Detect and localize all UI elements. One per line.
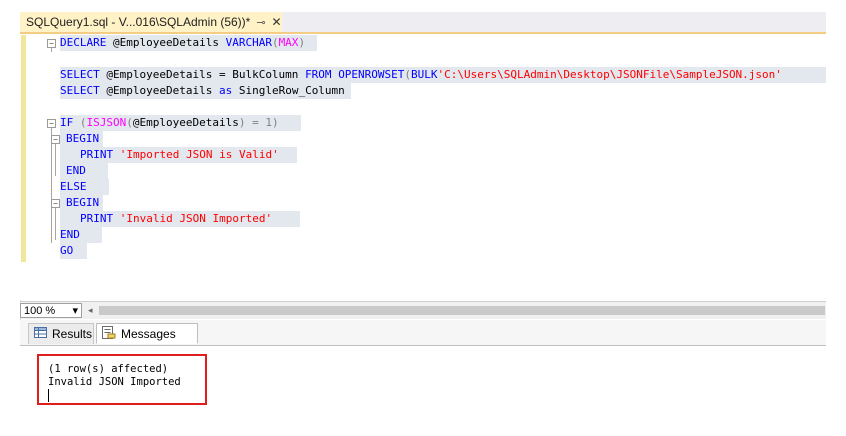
keyword: as (218, 84, 233, 97)
code-text: ( (73, 116, 87, 129)
string-literal: 'C:\Users\SQLAdmin\Desktop\JSONFile\Samp… (437, 68, 782, 81)
outline-guide (55, 208, 56, 240)
code-line-end: END (60, 163, 108, 179)
code-text: ( (271, 36, 279, 49)
outline-guide (55, 144, 56, 176)
collapse-icon[interactable]: − (47, 39, 56, 48)
keyword: FROM (305, 68, 332, 81)
code-text: ) = 1) (238, 116, 279, 129)
keyword: BEGIN (66, 132, 100, 145)
function-name: MAX (278, 36, 299, 49)
code-text: ) (298, 36, 306, 49)
chevron-down-icon: ▾ (72, 305, 78, 317)
code-text: ( (126, 116, 133, 129)
keyword: OPENROWSET (338, 68, 405, 81)
outline-guide (51, 128, 52, 243)
keyword: PRINT (80, 148, 114, 161)
code-line-begin: BEGIN (60, 195, 104, 211)
editor-status-bar: 100 % ▾ ◂ (20, 301, 826, 319)
messages-icon (102, 325, 116, 342)
code-line-select-bulk: SELECT @EmployeeDetails = BulkColumn FRO… (60, 67, 826, 83)
tab-results-label: Results (52, 327, 93, 341)
keyword: END (66, 164, 86, 177)
grid-icon (34, 327, 47, 341)
horizontal-scrollbar[interactable] (98, 306, 825, 315)
code-line-print-invalid: PRINT 'Invalid JSON Imported' (60, 211, 301, 227)
code-text: @EmployeeDetails = BulkColumn (99, 68, 306, 81)
outline-guide (51, 48, 52, 52)
code-line-print-valid: PRINT 'Imported JSON is Valid' (60, 147, 297, 163)
keyword: BULK (411, 68, 438, 81)
keyword: SELECT (60, 68, 100, 81)
pin-icon[interactable]: ⊸ (256, 16, 265, 29)
collapse-icon[interactable]: − (51, 135, 60, 144)
code-line-declare: DECLARE @EmployeeDetails VARCHAR(MAX) (60, 35, 318, 51)
close-icon[interactable]: ✕ (272, 15, 282, 29)
keyword: SELECT (60, 84, 100, 97)
code-line-end: END (60, 227, 102, 243)
code-line-select-alias: SELECT @EmployeeDetails as SingleRow_Col… (60, 83, 351, 99)
keyword: PRINT (80, 212, 114, 225)
code-line-else: ELSE (60, 179, 109, 195)
tab-messages[interactable]: Messages (96, 323, 198, 344)
code-line-go: GO (60, 243, 88, 259)
string-literal: 'Imported JSON is Valid' (119, 148, 279, 161)
keyword: END (60, 228, 80, 241)
collapse-icon[interactable]: − (47, 119, 56, 128)
results-tab-strip: Results Messages (20, 320, 826, 346)
document-tab-strip: SQLQuery1.sql - V...016\SQLAdmin (56))* … (20, 12, 826, 34)
string-literal: 'Invalid JSON Imported' (119, 212, 273, 225)
query-tab-title: SQLQuery1.sql - V...016\SQLAdmin (56))* (26, 15, 251, 29)
collapse-icon[interactable]: − (51, 199, 60, 208)
keyword: ELSE (60, 180, 87, 193)
keyword: VARCHAR (225, 36, 272, 49)
function-name: ISJSON (86, 116, 127, 129)
zoom-dropdown[interactable]: 100 % ▾ (20, 303, 82, 318)
changed-lines-indicator (21, 35, 26, 262)
code-line-begin: BEGIN (60, 131, 104, 147)
tab-messages-label: Messages (121, 326, 176, 341)
tab-results[interactable]: Results (28, 323, 94, 344)
highlight-box (37, 354, 207, 405)
keyword: DECLARE (60, 36, 107, 49)
keyword: IF (60, 116, 74, 129)
code-text: @EmployeeDetails (132, 116, 239, 129)
zoom-value: 100 % (24, 304, 56, 317)
code-text: SingleRow_Column (232, 84, 345, 97)
scroll-left-icon[interactable]: ◂ (88, 305, 93, 316)
code-text: @EmployeeDetails (99, 84, 219, 97)
code-text: @EmployeeDetails (106, 36, 226, 49)
query-document-tab[interactable]: SQLQuery1.sql - V...016\SQLAdmin (56))* … (20, 12, 282, 32)
code-line-if: IF (ISJSON(@EmployeeDetails) = 1) (60, 115, 301, 131)
keyword: GO (60, 244, 74, 257)
keyword: BEGIN (66, 196, 100, 209)
